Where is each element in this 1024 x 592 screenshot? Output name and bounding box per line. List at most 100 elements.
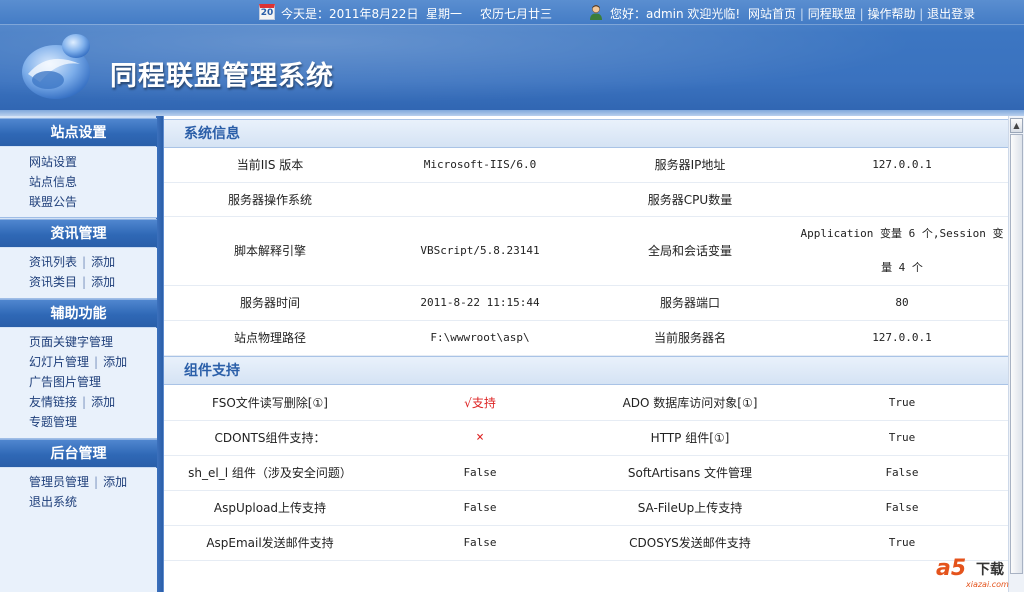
sidebar-item-topics[interactable]: 专题管理 xyxy=(29,415,77,429)
add-news-link[interactable]: 添加 xyxy=(91,255,115,269)
table-cell-label: 服务器时间 xyxy=(164,285,376,321)
table-cell-label: 服务器CPU数量 xyxy=(584,182,796,217)
sidebar: 站点设置 网站设置 站点信息 联盟公告 资讯管理 资讯列表 | 添加 资讯类目 | 添加… xyxy=(0,116,164,592)
lunar-date-text: 农历七月廿三 xyxy=(480,7,553,21)
sidebar-item-news-list[interactable]: 资讯列表 xyxy=(29,255,77,269)
section-title-system-info: 系统信息 xyxy=(164,119,1008,148)
sidebar-group-backend[interactable]: 后台管理 xyxy=(0,439,157,467)
sidebar-group-news[interactable]: 资讯管理 xyxy=(0,219,157,247)
sidebar-item-ad-images[interactable]: 广告图片管理 xyxy=(29,375,101,389)
add-friend-link[interactable]: 添加 xyxy=(91,395,115,409)
sidebar-group-site-settings[interactable]: 站点设置 xyxy=(0,118,157,146)
link-help[interactable]: 操作帮助 xyxy=(867,7,915,21)
table-cell-label: 当前服务器名 xyxy=(584,320,796,356)
watermark-brand: a5 xyxy=(936,556,967,581)
item-separator: | xyxy=(82,395,87,409)
system-info-table: 当前IIS 版本 Microsoft-IIS/6.0 服务器IP地址 127.0… xyxy=(164,148,1008,356)
table-cell-label: HTTP 组件[①] xyxy=(584,420,796,456)
table-row: sh_el_l 组件（涉及安全问题） False SoftArtisans 文件… xyxy=(164,455,1008,491)
table-cell-value: 127.0.0.1 xyxy=(796,148,1008,183)
table-cell-label: sh_el_l 组件（涉及安全问题） xyxy=(164,455,376,491)
watermark-text: 下载 xyxy=(976,562,1004,578)
add-news-category-link[interactable]: 添加 xyxy=(91,275,115,289)
sidebar-item-admins[interactable]: 管理员管理 xyxy=(29,475,89,489)
table-row: 服务器时间 2011-8-22 11:15:44 服务器端口 80 xyxy=(164,285,1008,321)
sidebar-group-body: 页面关键字管理 幻灯片管理 | 添加 广告图片管理 友情链接 | 添加 专题管理 xyxy=(0,328,157,439)
sidebar-item-site-info[interactable]: 站点信息 xyxy=(29,175,77,189)
sidebar-item-exit-system[interactable]: 退出系统 xyxy=(29,495,77,509)
scrollbar-thumb[interactable] xyxy=(1010,134,1023,574)
table-cell-value xyxy=(376,182,584,217)
table-cell-label: CDOSYS发送邮件支持 xyxy=(584,525,796,561)
table-cell-value: 2011-8-22 11:15:44 xyxy=(376,285,584,321)
item-separator: | xyxy=(82,275,87,289)
sidebar-item-friend-links[interactable]: 友情链接 xyxy=(29,395,77,409)
user-icon xyxy=(590,5,602,20)
table-cell-value: Application 变量 6 个,Session 变量 4 个 xyxy=(796,216,1008,286)
table-cell-label: 服务器操作系统 xyxy=(164,182,376,217)
sidebar-group-aux-functions[interactable]: 辅助功能 xyxy=(0,299,157,327)
add-slide-link[interactable]: 添加 xyxy=(103,355,127,369)
table-cell-value xyxy=(796,182,1008,217)
table-cell-value: VBScript/5.8.23141 xyxy=(376,216,584,286)
table-cell-value: Microsoft-IIS/6.0 xyxy=(376,148,584,183)
table-cell-value: × xyxy=(376,420,584,456)
table-cell-value: 80 xyxy=(796,285,1008,321)
top-bar: 20 今天是：2011年8月22日 星期一 农历七月廿三 您好：admin 欢迎… xyxy=(0,0,1024,25)
sidebar-item-alliance-notice[interactable]: 联盟公告 xyxy=(29,195,77,209)
sidebar-item-slides[interactable]: 幻灯片管理 xyxy=(29,355,89,369)
link-site-home[interactable]: 网站首页 xyxy=(748,7,796,21)
table-cell-label: AspEmail发送邮件支持 xyxy=(164,525,376,561)
topnav-separator: | xyxy=(799,7,804,21)
logo-icon xyxy=(22,34,90,99)
section-title-components: 组件支持 xyxy=(164,356,1008,385)
header: 20 今天是：2011年8月22日 星期一 农历七月廿三 您好：admin 欢迎… xyxy=(0,0,1024,116)
table-cell-label: 全局和会话变量 xyxy=(584,216,796,286)
check-icon: √支持 xyxy=(464,395,496,410)
sidebar-item-site-config[interactable]: 网站设置 xyxy=(29,155,77,169)
weekday-text: 星期一 xyxy=(426,7,463,21)
vertical-scrollbar[interactable]: ▲ xyxy=(1008,116,1024,592)
watermark-logo: a5 下载 xiazai.com xyxy=(936,556,1016,589)
sidebar-item-page-keywords[interactable]: 页面关键字管理 xyxy=(29,335,113,349)
item-separator: | xyxy=(82,255,87,269)
sidebar-group-body: 资讯列表 | 添加 资讯类目 | 添加 xyxy=(0,248,157,299)
table-row: AspEmail发送邮件支持 False CDOSYS发送邮件支持 True xyxy=(164,525,1008,561)
cross-icon: × xyxy=(476,430,484,445)
table-cell-label: SA-FileUp上传支持 xyxy=(584,490,796,526)
topnav-separator: | xyxy=(859,7,864,21)
link-logout[interactable]: 退出登录 xyxy=(927,7,975,21)
sidebar-group-body: 网站设置 站点信息 联盟公告 xyxy=(0,147,157,218)
sidebar-item-news-category[interactable]: 资讯类目 xyxy=(29,275,77,289)
calendar-icon: 20 xyxy=(259,4,275,20)
table-cell-value: False xyxy=(796,490,1008,526)
table-cell-value: False xyxy=(376,490,584,526)
table-cell-label: 脚本解释引擎 xyxy=(164,216,376,286)
table-cell-label: ADO 数据库访问对象[①] xyxy=(584,385,796,421)
main-content: 系统信息 当前IIS 版本 Microsoft-IIS/6.0 服务器IP地址 … xyxy=(164,116,1008,592)
table-cell-value: True xyxy=(796,525,1008,561)
add-admin-link[interactable]: 添加 xyxy=(103,475,127,489)
table-cell-label: 服务器IP地址 xyxy=(584,148,796,183)
table-cell-label: CDONTS组件支持： xyxy=(164,420,376,456)
table-cell-value: False xyxy=(376,525,584,561)
table-row: AspUpload上传支持 False SA-FileUp上传支持 False xyxy=(164,490,1008,526)
table-cell-value: False xyxy=(796,455,1008,491)
date-text: 今天是：2011年8月22日 xyxy=(281,7,419,21)
table-cell-label: 当前IIS 版本 xyxy=(164,148,376,183)
watermark-url: xiazai.com xyxy=(966,580,1009,589)
table-cell-value: F:\wwwroot\asp\ xyxy=(376,320,584,356)
scroll-up-arrow-icon[interactable]: ▲ xyxy=(1010,118,1023,133)
system-title: 同程联盟管理系统 xyxy=(110,61,334,92)
table-cell-value: 127.0.0.1 xyxy=(796,320,1008,356)
table-cell-label: SoftArtisans 文件管理 xyxy=(584,455,796,491)
greeting-text: 您好：admin 欢迎光临! xyxy=(610,7,741,21)
sidebar-edge xyxy=(156,116,163,592)
table-cell-label: AspUpload上传支持 xyxy=(164,490,376,526)
table-row: 站点物理路径 F:\wwwroot\asp\ 当前服务器名 127.0.0.1 xyxy=(164,320,1008,356)
table-cell-value: √支持 xyxy=(376,385,584,421)
table-row: 服务器操作系统 服务器CPU数量 xyxy=(164,182,1008,217)
link-alliance[interactable]: 同程联盟 xyxy=(808,7,856,21)
table-row: 当前IIS 版本 Microsoft-IIS/6.0 服务器IP地址 127.0… xyxy=(164,148,1008,183)
item-separator: | xyxy=(94,475,99,489)
